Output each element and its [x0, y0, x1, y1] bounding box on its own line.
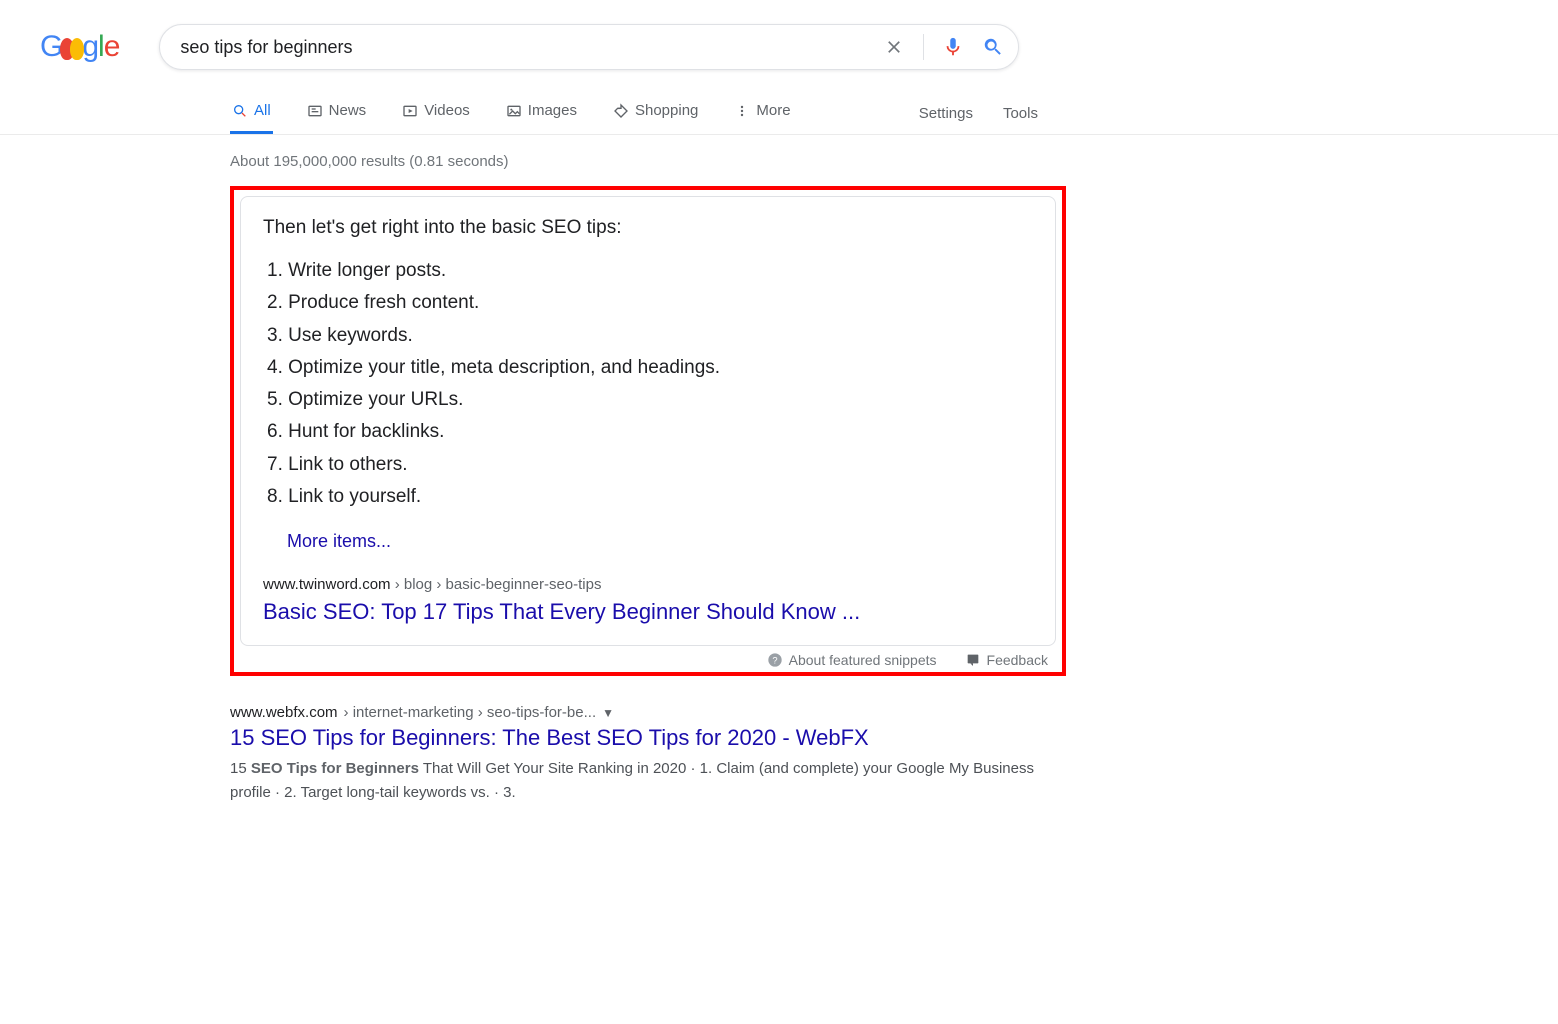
video-icon	[402, 103, 418, 119]
list-item: 4. Optimize your title, meta description…	[263, 352, 1033, 384]
list-item: 7. Link to others.	[263, 449, 1033, 481]
cite-path: › internet-marketing › seo-tips-for-be..…	[344, 704, 597, 721]
cite-domain: www.twinword.com	[263, 576, 391, 593]
tab-label: More	[756, 102, 790, 119]
cite-path: › blog › basic-beginner-seo-tips	[391, 576, 602, 593]
search-result: www.webfx.com › internet-marketing › seo…	[230, 704, 1050, 804]
list-item: 3. Use keywords.	[263, 320, 1033, 352]
result-description: 15 SEO Tips for Beginners That Will Get …	[230, 757, 1050, 804]
tag-icon	[613, 103, 629, 119]
help-icon: ?	[767, 652, 783, 668]
list-item: 6. Hunt for backlinks.	[263, 416, 1033, 448]
logo-letter: G	[40, 30, 62, 64]
search-bar[interactable]	[159, 24, 1019, 70]
snippet-cite[interactable]: www.twinword.com › blog › basic-beginner…	[263, 576, 1033, 593]
logo-letter: e	[104, 30, 120, 64]
image-icon	[506, 103, 522, 119]
search-icon[interactable]	[982, 36, 1004, 58]
tab-shopping[interactable]: Shopping	[611, 92, 700, 134]
tab-label: Shopping	[635, 102, 698, 119]
feedback-label: Feedback	[987, 652, 1048, 668]
about-featured-snippets-link[interactable]: ? About featured snippets	[767, 652, 937, 668]
result-cite[interactable]: www.webfx.com › internet-marketing › seo…	[230, 704, 1050, 721]
tab-label: All	[254, 102, 271, 119]
logo-letter: g	[82, 30, 98, 64]
more-items-link[interactable]: More items...	[287, 531, 391, 552]
tab-more[interactable]: More	[732, 92, 792, 134]
list-item: 5. Optimize your URLs.	[263, 384, 1033, 416]
snippet-list: 1. Write longer posts.2. Produce fresh c…	[263, 255, 1033, 513]
tab-label: Images	[528, 102, 577, 119]
about-label: About featured snippets	[789, 652, 937, 668]
feedback-icon	[965, 652, 981, 668]
tab-label: Videos	[424, 102, 470, 119]
feedback-link[interactable]: Feedback	[965, 652, 1048, 668]
result-menu-caret[interactable]: ▼	[602, 706, 614, 720]
search-input[interactable]	[174, 37, 883, 58]
clear-icon[interactable]	[883, 36, 905, 58]
tab-all[interactable]: All	[230, 92, 273, 134]
header: G g l e	[0, 0, 1558, 70]
list-item: 1. Write longer posts.	[263, 255, 1033, 287]
tab-news[interactable]: News	[305, 92, 369, 134]
snippet-title-link[interactable]: Basic SEO: Top 17 Tips That Every Beginn…	[263, 599, 1033, 625]
more-icon	[734, 103, 750, 119]
news-icon	[307, 103, 323, 119]
google-logo[interactable]: G g l e	[40, 30, 119, 64]
svg-text:?: ?	[772, 656, 777, 666]
search-icon	[232, 103, 248, 119]
list-item: 2. Produce fresh content.	[263, 287, 1033, 319]
tab-label: News	[329, 102, 367, 119]
tabs-row: All News Videos Images Shopping More Settings…	[0, 92, 1558, 135]
settings-link[interactable]: Settings	[919, 105, 973, 122]
result-title-link[interactable]: 15 SEO Tips for Beginners: The Best SEO …	[230, 725, 1050, 751]
tab-videos[interactable]: Videos	[400, 92, 472, 134]
tools-link[interactable]: Tools	[1003, 105, 1038, 122]
list-item: 8. Link to yourself.	[263, 481, 1033, 513]
featured-snippet: Then let's get right into the basic SEO …	[240, 196, 1056, 646]
voice-search-icon[interactable]	[942, 36, 964, 58]
tab-images[interactable]: Images	[504, 92, 579, 134]
holiday-bulb-icon	[70, 38, 84, 60]
cite-domain: www.webfx.com	[230, 704, 338, 721]
snippet-lead: Then let's get right into the basic SEO …	[263, 217, 1033, 239]
featured-snippet-highlight: Then let's get right into the basic SEO …	[230, 186, 1066, 676]
divider	[923, 34, 924, 60]
result-stats: About 195,000,000 results (0.81 seconds)	[230, 153, 1060, 170]
